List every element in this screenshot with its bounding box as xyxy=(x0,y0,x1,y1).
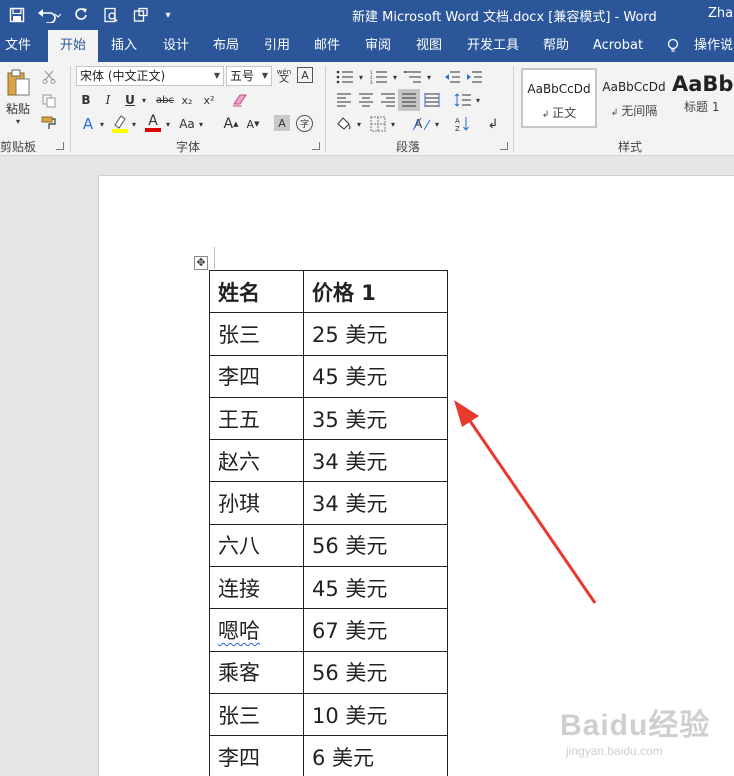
watermark-brand: Baidu经验 xyxy=(560,709,711,742)
watermark-url: jingyan.baidu.com xyxy=(566,744,663,758)
baidu-watermark: Baidu经验 jingyan.baidu.com xyxy=(560,700,710,758)
red-arrow-annotation xyxy=(454,400,597,604)
